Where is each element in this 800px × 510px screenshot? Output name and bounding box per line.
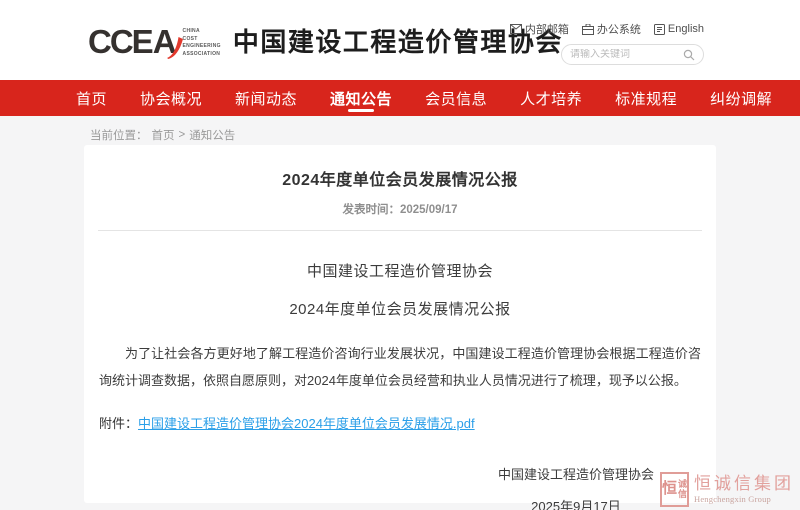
mail-icon [510, 24, 522, 34]
watermark-name: 恒诚信集团 [694, 475, 794, 494]
attachment-pdf-link[interactable]: 中国建设工程造价管理协会2024年度单位会员发展情况.pdf [138, 416, 475, 431]
nav-item-training[interactable]: 人才培养 [520, 80, 582, 116]
logo-subtitle: CHINA COST ENGINEERING ASSOCIATION [183, 28, 221, 58]
hengchengxin-watermark: 恒 诚 信 恒诚信集团 Hengchengxin Group [660, 472, 794, 507]
watermark-name-en: Hengchengxin Group [694, 494, 794, 504]
article-publish-date: 发表时间：2025/09/17 [84, 201, 716, 217]
site-header: CCE A CHINA COST ENGINEERING ASSOCIATION… [0, 0, 800, 80]
nav-item-about[interactable]: 协会概况 [140, 80, 202, 116]
article-card: 2024年度单位会员发展情况公报 发表时间：2025/09/17 中国建设工程造… [84, 145, 716, 503]
attachment-label: 附件： [99, 416, 138, 431]
briefcase-icon [582, 24, 594, 35]
breadcrumb-separator: > [179, 129, 186, 141]
book-icon [654, 24, 665, 35]
breadcrumb-current[interactable]: 通知公告 [189, 127, 235, 143]
office-system-label: 办公系统 [597, 21, 641, 37]
logo-red-swoosh-icon [166, 35, 183, 59]
logo-text: CCE [88, 25, 152, 58]
article-heading-org: 中国建设工程造价管理协会 [84, 260, 716, 281]
article-title: 2024年度单位会员发展情况公报 [84, 145, 716, 190]
signature-org: 中国建设工程造价管理协会 [498, 464, 654, 483]
main-nav: 首页 协会概况 新闻动态 通知公告 会员信息 人才培养 标准规程 纠纷调解 [0, 80, 800, 116]
logo-letter-a: A [153, 25, 177, 58]
nav-item-mediation[interactable]: 纠纷调解 [710, 80, 772, 116]
search-box[interactable] [561, 44, 704, 65]
logo[interactable]: CCE A CHINA COST ENGINEERING ASSOCIATION… [88, 0, 563, 80]
nav-item-standards[interactable]: 标准规程 [615, 80, 677, 116]
english-link[interactable]: English [654, 23, 704, 35]
attachment-row: 附件：中国建设工程造价管理协会2024年度单位会员发展情况.pdf [99, 413, 701, 432]
article-paragraph: 为了让社会各方更好地了解工程造价咨询行业发展状况，中国建设工程造价管理协会根据工… [99, 340, 701, 394]
search-icon[interactable] [683, 49, 695, 61]
english-label: English [668, 23, 704, 35]
page: CCE A CHINA COST ENGINEERING ASSOCIATION… [0, 0, 800, 510]
seal-char-bottom: 信 [678, 490, 687, 500]
nav-item-home[interactable]: 首页 [76, 80, 107, 116]
signature-date: 2025年9月17日 [498, 496, 654, 510]
nav-item-members[interactable]: 会员信息 [425, 80, 487, 116]
search-input[interactable] [570, 49, 683, 60]
internal-mail-label: 内部邮箱 [525, 21, 569, 37]
breadcrumb: 当前位置： 首页 > 通知公告 [0, 116, 800, 145]
nav-item-news[interactable]: 新闻动态 [235, 80, 297, 116]
signature-block: 中国建设工程造价管理协会 2025年9月17日 [498, 464, 654, 510]
header-utilities: 内部邮箱 办公系统 [510, 21, 704, 65]
seal-char-main: 恒 [662, 482, 677, 497]
internal-mail-link[interactable]: 内部邮箱 [510, 21, 569, 37]
ccea-logo-icon: CCE A CHINA COST ENGINEERING ASSOCIATION [88, 22, 221, 58]
office-system-link[interactable]: 办公系统 [582, 21, 641, 37]
nav-item-notices[interactable]: 通知公告 [330, 80, 392, 116]
title-divider [98, 230, 702, 231]
breadcrumb-prefix: 当前位置： [90, 127, 148, 143]
breadcrumb-home[interactable]: 首页 [152, 127, 175, 143]
quick-links: 内部邮箱 办公系统 [510, 21, 704, 37]
hengchengxin-seal-icon: 恒 诚 信 [660, 472, 689, 507]
article-heading-subject: 2024年度单位会员发展情况公报 [84, 298, 716, 319]
